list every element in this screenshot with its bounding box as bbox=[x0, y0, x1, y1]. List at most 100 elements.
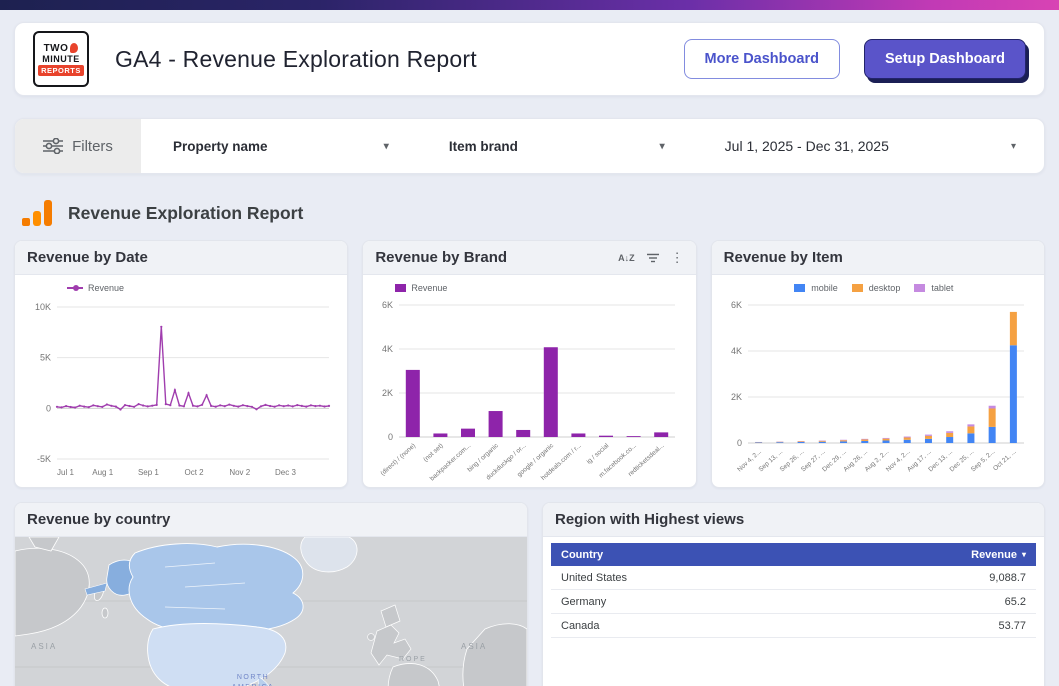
table-row[interactable]: United States 9,088.7 bbox=[551, 566, 1036, 590]
setup-dashboard-button[interactable]: Setup Dashboard bbox=[864, 39, 1026, 79]
revenue-cell: 53.77 bbox=[998, 620, 1026, 632]
revenue-by-item-chart[interactable]: 6K4K2K0Nov 4, 2...Sep 13, ...Sep 26, ...… bbox=[718, 295, 1036, 488]
dashboard-page: TWO MINUTE REPORTS GA4 - Revenue Explora… bbox=[0, 22, 1059, 686]
table-row[interactable]: Canada 53.77 bbox=[551, 614, 1036, 638]
table-header-row: Country Revenue ▾ bbox=[551, 543, 1036, 566]
revenue-by-date-chart[interactable]: 10K 5K 0 -5K Jul 1 Aug 1 Sep 1 Oct 2 Nov 2 Dec 3 bbox=[21, 295, 339, 483]
filters-toggle[interactable]: Filters bbox=[15, 119, 141, 173]
world-map[interactable]: ASIA NORTH AMERICA ROPE ASIA bbox=[15, 537, 527, 686]
header-buttons: More Dashboard Setup Dashboard bbox=[684, 39, 1026, 79]
revenue-by-brand-card-header: Revenue by Brand A↓Z ⋮ bbox=[363, 241, 695, 275]
svg-text:0: 0 bbox=[737, 438, 742, 448]
revenue-by-item-card: Revenue by Item mobile desktop tablet 6K… bbox=[711, 240, 1045, 488]
country-cell: Canada bbox=[561, 620, 600, 632]
svg-text:Sep 1: Sep 1 bbox=[138, 468, 159, 477]
card-title: Revenue by Brand bbox=[375, 249, 507, 266]
legend-swatch-tablet bbox=[914, 284, 925, 292]
kebab-menu-icon[interactable]: ⋮ bbox=[671, 250, 684, 266]
sort-az-icon[interactable]: A↓Z bbox=[618, 253, 635, 263]
map-label-europe: ROPE bbox=[399, 656, 427, 663]
map-label-asia-right: ASIA bbox=[461, 642, 487, 651]
map-label-asia-left: ASIA bbox=[31, 642, 57, 651]
svg-text:-5K: -5K bbox=[37, 454, 51, 464]
revenue-by-brand-chart[interactable]: 6K4K2K0(direct) / (none)(not set)backpac… bbox=[369, 295, 687, 488]
svg-text:Aug 1: Aug 1 bbox=[92, 468, 113, 477]
header: TWO MINUTE REPORTS GA4 - Revenue Explora… bbox=[14, 22, 1045, 96]
bottom-row: Revenue by country bbox=[14, 502, 1045, 686]
logo-line-2: MINUTE bbox=[42, 54, 80, 64]
table-row[interactable]: Germany 65.2 bbox=[551, 590, 1036, 614]
logo-text-two: TWO bbox=[44, 43, 69, 54]
svg-text:ig / social: ig / social bbox=[586, 442, 611, 466]
revenue-by-date-card-header: Revenue by Date bbox=[15, 241, 347, 275]
chevron-down-icon: ▾ bbox=[660, 141, 665, 152]
card-title: Region with Highest views bbox=[555, 511, 744, 528]
svg-text:6K: 6K bbox=[382, 300, 393, 310]
card-tools: A↓Z ⋮ bbox=[618, 250, 684, 266]
legend-swatch-desktop bbox=[852, 284, 863, 292]
logo-flame-icon bbox=[70, 43, 78, 53]
page-title: GA4 - Revenue Exploration Report bbox=[115, 46, 477, 73]
filters-label: Filters bbox=[72, 138, 113, 155]
revenue-by-country-card-header: Revenue by country bbox=[15, 503, 527, 537]
filter-item-brand-label: Item brand bbox=[449, 139, 518, 154]
legend-swatch-mobile bbox=[794, 284, 805, 292]
logo-line-1: TWO bbox=[44, 43, 79, 54]
region-table-card-header: Region with Highest views bbox=[543, 503, 1044, 537]
country-cell: Germany bbox=[561, 596, 606, 608]
card-title: Revenue by country bbox=[27, 511, 170, 528]
legend: mobile desktop tablet bbox=[718, 279, 1038, 295]
filter-property-name[interactable]: Property name ▾ bbox=[141, 139, 417, 154]
svg-text:(direct) / (none): (direct) / (none) bbox=[380, 442, 418, 477]
revenue-by-brand-card: Revenue by Brand A↓Z ⋮ Revenue 6K4K2K0(d bbox=[362, 240, 696, 488]
card-title: Revenue by Item bbox=[724, 249, 843, 266]
filters-bar: Filters Property name ▾ Item brand ▾ Jul… bbox=[14, 118, 1045, 174]
filter-date-range[interactable]: Jul 1, 2025 - Dec 31, 2025 ▾ bbox=[693, 138, 1044, 154]
tmr-logo: TWO MINUTE REPORTS bbox=[33, 31, 89, 87]
country-column-header: Country bbox=[561, 549, 603, 561]
revenue-by-country-card: Revenue by country bbox=[14, 502, 528, 686]
more-dashboard-button[interactable]: More Dashboard bbox=[684, 39, 840, 79]
charts-row: Revenue by Date Revenue 10K 5K 0 -5K Jul 1 Au… bbox=[14, 240, 1045, 488]
section-header: Revenue Exploration Report bbox=[14, 198, 1045, 228]
revenue-by-item-card-header: Revenue by Item bbox=[712, 241, 1044, 275]
svg-text:Oct 21, ...: Oct 21, ... bbox=[992, 448, 1018, 472]
svg-text:10K: 10K bbox=[35, 302, 51, 312]
sort-lines-icon[interactable] bbox=[646, 253, 660, 263]
legend-swatch-revenue bbox=[395, 284, 406, 292]
logo-line-3: REPORTS bbox=[38, 65, 84, 76]
map-label-north: NORTH bbox=[237, 674, 269, 681]
svg-text:Oct 2: Oct 2 bbox=[185, 468, 205, 477]
revenue-by-date-card: Revenue by Date Revenue 10K 5K 0 -5K Jul 1 Au… bbox=[14, 240, 348, 488]
sort-caret-icon: ▾ bbox=[1022, 550, 1026, 559]
svg-text:(not set): (not set) bbox=[423, 442, 445, 463]
filters-icon bbox=[43, 138, 63, 154]
chevron-down-icon: ▾ bbox=[384, 141, 389, 152]
svg-text:5K: 5K bbox=[40, 353, 51, 363]
legend-swatch-revenue bbox=[67, 287, 83, 289]
country-cell: United States bbox=[561, 572, 627, 584]
region-table-card: Region with Highest views Country Revenu… bbox=[542, 502, 1045, 686]
legend: Revenue bbox=[21, 279, 341, 295]
chevron-down-icon: ▾ bbox=[1011, 141, 1016, 152]
svg-text:Jul 1: Jul 1 bbox=[57, 468, 74, 477]
svg-text:Dec 3: Dec 3 bbox=[275, 468, 296, 477]
filter-property-name-label: Property name bbox=[173, 139, 268, 154]
svg-text:2K: 2K bbox=[731, 392, 742, 402]
svg-text:0: 0 bbox=[46, 403, 51, 413]
svg-text:Nov 2: Nov 2 bbox=[229, 468, 250, 477]
filter-item-brand[interactable]: Item brand ▾ bbox=[417, 139, 693, 154]
legend: Revenue bbox=[369, 279, 689, 295]
region-table: Country Revenue ▾ United States 9,088.7 … bbox=[543, 537, 1044, 644]
analytics-icon bbox=[22, 200, 52, 226]
revenue-cell: 65.2 bbox=[1005, 596, 1026, 608]
map-canada bbox=[129, 544, 303, 632]
svg-text:0: 0 bbox=[388, 432, 393, 442]
revenue-cell: 9,088.7 bbox=[989, 572, 1026, 584]
svg-text:2K: 2K bbox=[382, 388, 393, 398]
svg-text:4K: 4K bbox=[382, 344, 393, 354]
card-title: Revenue by Date bbox=[27, 249, 148, 266]
filter-date-range-label: Jul 1, 2025 - Dec 31, 2025 bbox=[725, 138, 889, 154]
revenue-sort-header[interactable]: Revenue ▾ bbox=[971, 549, 1026, 561]
svg-text:6K: 6K bbox=[731, 300, 742, 310]
